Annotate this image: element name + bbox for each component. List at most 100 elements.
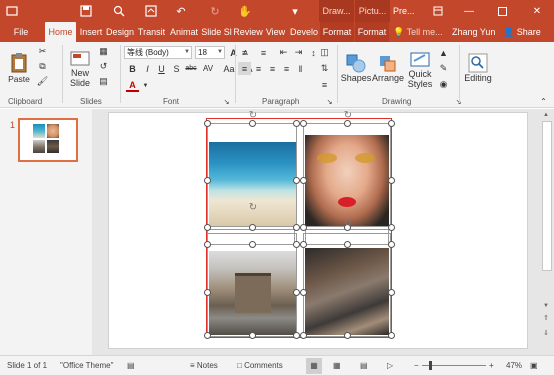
resize-handle[interactable]: [204, 120, 211, 127]
undo-icon[interactable]: ↶: [173, 3, 189, 19]
resize-handle[interactable]: [204, 332, 211, 339]
prev-slide-icon[interactable]: ⇑: [543, 314, 549, 322]
resize-handle[interactable]: [300, 177, 307, 184]
resize-handle[interactable]: [344, 332, 351, 339]
picture-frame-bottom-left[interactable]: [207, 233, 297, 337]
increase-indent-icon[interactable]: ⇥: [292, 46, 305, 59]
picture-frame-bottom-right[interactable]: [303, 233, 391, 337]
tab-file[interactable]: File: [6, 22, 36, 42]
redo-icon[interactable]: ↻: [207, 3, 223, 19]
resize-handle[interactable]: [300, 224, 307, 231]
format-painter-icon[interactable]: 🖌: [36, 75, 49, 88]
rotate-handle-icon[interactable]: ↻: [343, 219, 353, 229]
tab-design[interactable]: Design: [105, 22, 135, 42]
zoom-slider-thumb[interactable]: [429, 361, 432, 370]
tab-format-drawing[interactable]: Format: [320, 22, 354, 42]
text-direction-icon[interactable]: ⇅: [318, 62, 331, 75]
resize-handle[interactable]: [300, 241, 307, 248]
decrease-indent-icon[interactable]: ⇤: [277, 46, 290, 59]
touch-mode-icon[interactable]: ✋: [237, 3, 253, 19]
resize-handle[interactable]: [388, 241, 395, 248]
section-icon[interactable]: ▤: [97, 75, 110, 88]
comments-button[interactable]: □ Comments: [237, 356, 283, 375]
resize-handle[interactable]: [300, 332, 307, 339]
resize-handle[interactable]: [249, 224, 256, 231]
resize-handle[interactable]: [344, 120, 351, 127]
resize-handle[interactable]: [300, 120, 307, 127]
resize-handle[interactable]: [300, 289, 307, 296]
tell-me-box[interactable]: 💡 Tell me...: [393, 22, 443, 42]
scroll-thumb[interactable]: [542, 121, 552, 271]
underline-button[interactable]: U: [155, 62, 168, 75]
align-right-icon[interactable]: ≡: [266, 62, 279, 75]
resize-handle[interactable]: [204, 241, 211, 248]
resize-handle[interactable]: [388, 332, 395, 339]
normal-view-icon[interactable]: ▦: [306, 358, 322, 374]
rotate-handle-icon[interactable]: ↻: [248, 203, 258, 213]
font-size-combo[interactable]: 18 ▼: [195, 46, 225, 59]
resize-handle[interactable]: [293, 224, 300, 231]
next-slide-icon[interactable]: ⇓: [543, 329, 549, 337]
resize-handle[interactable]: [344, 241, 351, 248]
italic-button[interactable]: I: [141, 62, 154, 75]
quick-styles-button[interactable]: Quick Styles: [405, 45, 435, 95]
slide-canvas[interactable]: ↻ ↻ ↻ ↻: [108, 111, 528, 349]
shape-fill-icon[interactable]: ▲: [437, 46, 450, 59]
reset-icon[interactable]: ↺: [97, 60, 110, 73]
editing-button[interactable]: Editing: [463, 45, 493, 91]
layout-icon[interactable]: ▦: [97, 45, 110, 58]
cut-icon[interactable]: ✂: [36, 45, 49, 58]
new-file-icon[interactable]: [4, 3, 20, 19]
resize-handle[interactable]: [249, 120, 256, 127]
tab-review[interactable]: Review: [233, 22, 263, 42]
arrange-button[interactable]: Arrange: [372, 45, 404, 91]
scroll-up-icon[interactable]: ▲: [543, 112, 549, 118]
bullets-icon[interactable]: ≡: [238, 46, 251, 59]
shape-outline-icon[interactable]: ✎: [437, 62, 450, 75]
tab-view[interactable]: View: [263, 22, 288, 42]
resize-handle[interactable]: [293, 120, 300, 127]
share-button[interactable]: 👤 Share: [503, 22, 541, 42]
justify-icon[interactable]: ≡: [280, 62, 293, 75]
user-name[interactable]: Zhang Yun: [452, 22, 495, 42]
new-slide-button[interactable]: New Slide: [66, 44, 94, 94]
align-text-icon[interactable]: ≡: [318, 78, 331, 91]
minimize-icon[interactable]: —: [458, 0, 480, 22]
vertical-scrollbar[interactable]: ▲ ▼ ⇑ ⇓: [540, 109, 554, 355]
customize-icon[interactable]: ▾: [287, 3, 303, 19]
tab-home[interactable]: Home: [45, 22, 76, 42]
zoom-level[interactable]: 47%: [506, 356, 522, 375]
slide-sorter-icon[interactable]: ▦: [333, 356, 341, 375]
close-icon[interactable]: ✕: [526, 0, 548, 22]
resize-handle[interactable]: [293, 177, 300, 184]
resize-handle[interactable]: [388, 224, 395, 231]
rotate-handle-icon[interactable]: ↻: [248, 111, 258, 121]
resize-handle[interactable]: [293, 289, 300, 296]
font-name-combo[interactable]: 等线 (Body) ▼: [124, 46, 192, 59]
paste-button[interactable]: Paste: [6, 45, 32, 91]
change-case-button[interactable]: Aa: [222, 62, 236, 75]
resize-handle[interactable]: [204, 289, 211, 296]
strikethrough-button[interactable]: S: [170, 62, 183, 75]
tab-slide-show[interactable]: Slide Sl: [200, 22, 233, 42]
shadow-button[interactable]: abc: [184, 62, 198, 75]
picture-frame-top-right[interactable]: [303, 123, 391, 227]
save-icon[interactable]: [78, 3, 94, 19]
tab-format-picture[interactable]: Format: [355, 22, 389, 42]
char-spacing-button[interactable]: AV: [201, 62, 215, 75]
font-color-button[interactable]: A: [126, 79, 139, 92]
copy-icon[interactable]: ⧉: [36, 60, 49, 73]
zoom-out-icon[interactable]: −: [414, 356, 419, 375]
slideshow-icon[interactable]: ▷: [387, 356, 393, 375]
zoom-in-icon[interactable]: +: [489, 356, 494, 375]
tab-insert[interactable]: Insert: [77, 22, 105, 42]
tab-transitions[interactable]: Transit: [136, 22, 167, 42]
numbering-icon[interactable]: ≡: [257, 46, 270, 59]
resize-handle[interactable]: [293, 332, 300, 339]
resize-handle[interactable]: [204, 177, 211, 184]
ribbon-display-icon[interactable]: [427, 0, 449, 22]
tab-developer[interactable]: Develo: [288, 22, 320, 42]
slide-thumbnail[interactable]: [18, 118, 78, 162]
align-left-icon[interactable]: ≡: [238, 62, 251, 75]
dialog-launcher-icon[interactable]: ↘: [323, 95, 336, 108]
